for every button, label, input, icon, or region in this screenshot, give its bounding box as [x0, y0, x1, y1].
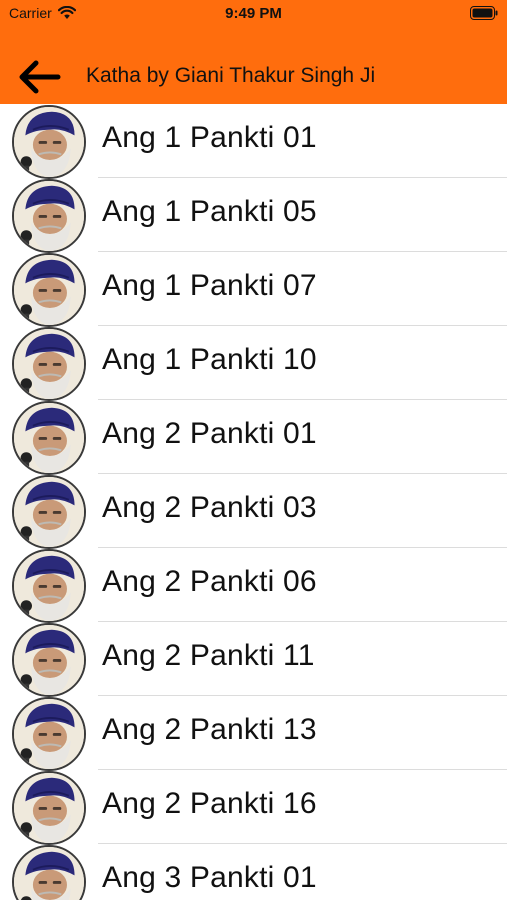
- navigation-bar: Katha by Giani Thakur Singh Ji: [0, 50, 507, 104]
- list-item[interactable]: Ang 2 Pankti 03: [0, 474, 507, 549]
- list-item-label: Ang 1 Pankti 01: [102, 121, 317, 154]
- status-bar: Carrier 9:49 PM: [0, 0, 507, 28]
- list-item-label: Ang 2 Pankti 01: [102, 417, 317, 450]
- header: Carrier 9:49 PM Katha by Giani Thakur Si…: [0, 0, 507, 104]
- battery-icon: [470, 6, 498, 20]
- list-item-label: Ang 2 Pankti 06: [102, 565, 317, 598]
- avatar: [12, 475, 86, 549]
- list-item[interactable]: Ang 2 Pankti 16: [0, 770, 507, 845]
- list-item[interactable]: Ang 2 Pankti 06: [0, 548, 507, 623]
- avatar: [12, 401, 86, 475]
- list-item-label: Ang 2 Pankti 03: [102, 491, 317, 524]
- list-item-label: Ang 1 Pankti 05: [102, 195, 317, 228]
- avatar: [12, 697, 86, 771]
- list-item[interactable]: Ang 1 Pankti 10: [0, 326, 507, 401]
- avatar: [12, 771, 86, 845]
- avatar: [12, 253, 86, 327]
- avatar: [12, 327, 86, 401]
- list-item-label: Ang 2 Pankti 13: [102, 713, 317, 746]
- avatar: [12, 623, 86, 697]
- katha-list[interactable]: Ang 1 Pankti 01 Ang 1 Pankti 05 Ang 1 Pa…: [0, 104, 507, 900]
- avatar: [12, 105, 86, 179]
- list-item-label: Ang 1 Pankti 07: [102, 269, 317, 302]
- status-time: 9:49 PM: [225, 5, 282, 22]
- avatar: [12, 179, 86, 253]
- page-title: Katha by Giani Thakur Singh Ji: [86, 64, 376, 87]
- list-item[interactable]: Ang 2 Pankti 11: [0, 622, 507, 697]
- list-item-label: Ang 1 Pankti 10: [102, 343, 317, 376]
- list-item[interactable]: Ang 1 Pankti 07: [0, 252, 507, 327]
- list-item[interactable]: Ang 1 Pankti 01: [0, 104, 507, 179]
- arrow-left-icon: [19, 60, 61, 94]
- list-item[interactable]: Ang 2 Pankti 01: [0, 400, 507, 475]
- list-item-label: Ang 2 Pankti 11: [102, 639, 315, 672]
- avatar: [12, 549, 86, 623]
- list-item[interactable]: Ang 3 Pankti 01: [0, 844, 507, 900]
- avatar: [12, 845, 86, 900]
- back-button[interactable]: [14, 57, 62, 97]
- list-item-label: Ang 2 Pankti 16: [102, 787, 317, 820]
- list-item[interactable]: Ang 1 Pankti 05: [0, 178, 507, 253]
- list-item-label: Ang 3 Pankti 01: [102, 861, 317, 894]
- list-item[interactable]: Ang 2 Pankti 13: [0, 696, 507, 771]
